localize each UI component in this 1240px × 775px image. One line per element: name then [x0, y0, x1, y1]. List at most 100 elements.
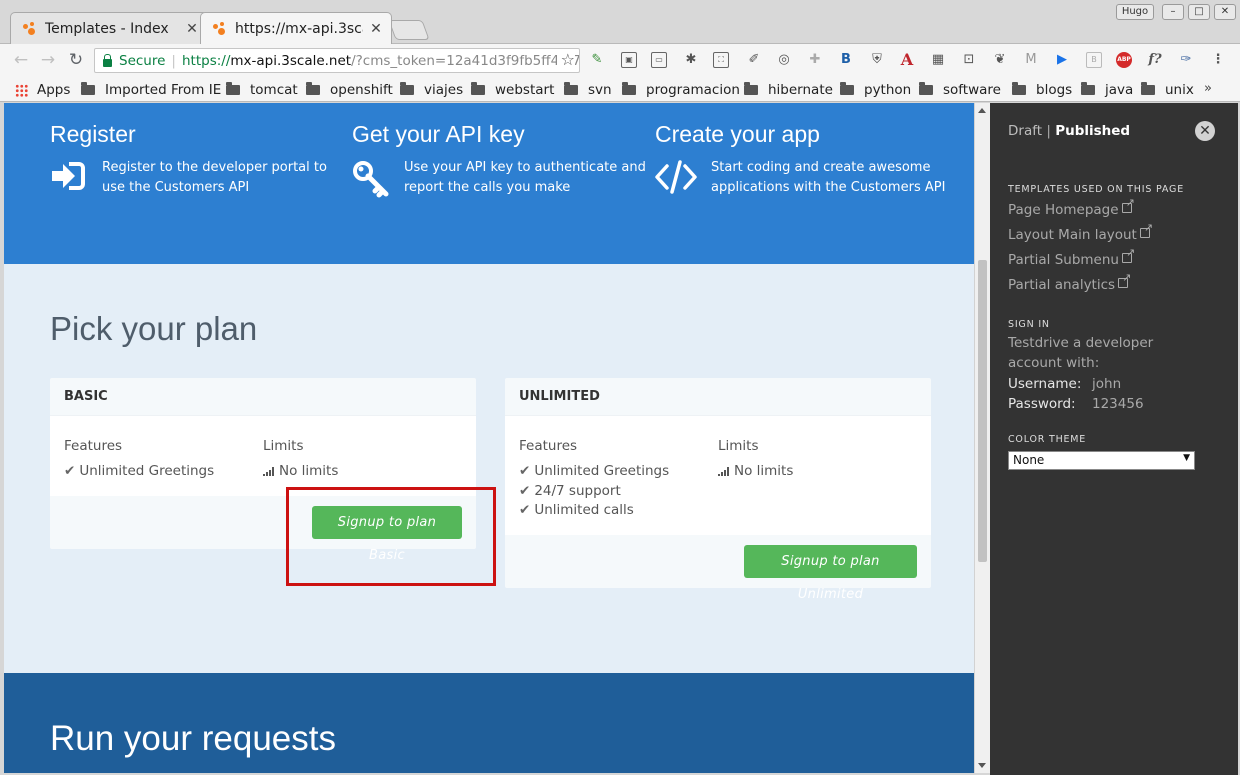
plan-body: Features ✔ Unlimited Greetings ✔ 24/7 supp…: [505, 416, 931, 535]
extension-cast-icon[interactable]: ⊡: [961, 52, 977, 68]
draft-link[interactable]: Draft: [1008, 123, 1042, 139]
check-icon: ✔: [519, 502, 531, 518]
code-icon: [655, 160, 697, 198]
bookmark-folder[interactable]: hibernate: [744, 81, 833, 99]
folder-icon: [81, 82, 95, 95]
plans-section: Pick your plan BASIC Features ✔ Unlimited…: [4, 264, 974, 673]
password-value: 123456: [1092, 396, 1144, 412]
tab-portal[interactable]: https://mx-api.3scale.net/?cms_token=12a…: [200, 12, 392, 44]
signup-unlimited-button[interactable]: Signup to plan Unlimited: [744, 544, 917, 602]
bookmarks-overflow-chevron-icon[interactable]: »: [1204, 81, 1212, 96]
step-text: Use your API key to authenticate and rep…: [404, 160, 646, 195]
step-text: Start coding and create awesome applicat…: [711, 160, 946, 195]
signal-bars-icon: [718, 466, 730, 476]
step-text: Register to the developer portal to use …: [102, 160, 327, 195]
extension-shield-icon[interactable]: ⛨: [869, 52, 885, 68]
page-viewport: Register Register to the developer porta…: [4, 103, 974, 773]
plans-heading: Pick your plan: [50, 310, 258, 347]
address-bar[interactable]: Secure | https:// mx-api.3scale.net /?cm…: [94, 48, 580, 73]
scroll-up-icon[interactable]: [978, 108, 986, 113]
tab-close-icon[interactable]: ✕: [369, 21, 383, 37]
tab-title: Templates - Index: [45, 20, 169, 37]
bookmark-folder[interactable]: unix: [1141, 81, 1194, 99]
extension-eyedropper-icon[interactable]: ✐: [746, 52, 762, 68]
bookmark-folder[interactable]: blogs: [1012, 81, 1072, 99]
extension-keyboard-icon[interactable]: ▦: [930, 52, 946, 68]
tab-templates-index[interactable]: Templates - Index ✕: [10, 12, 208, 44]
bookmark-folder[interactable]: svn: [564, 81, 612, 99]
tab-strip: Templates - Index ✕ https://mx-api.3scal…: [0, 0, 1240, 44]
folder-icon: [1141, 82, 1155, 95]
extension-puzzle-icon[interactable]: ✚: [807, 52, 823, 68]
annotation-highlight-box: [286, 487, 496, 586]
secure-label: Secure: [119, 52, 166, 69]
apps-grid-icon: [15, 83, 28, 97]
bookmark-folder[interactable]: viajes: [400, 81, 463, 99]
feature-item: ✔ Unlimited Greetings: [64, 463, 215, 479]
back-icon[interactable]: ←: [11, 50, 31, 70]
extension-evernote-icon[interactable]: ✎: [589, 52, 605, 68]
cms-toolbar-panel: Draft | Published ✕ TEMPLATES USED ON TH…: [990, 103, 1238, 775]
color-theme-select[interactable]: None ▼: [1008, 451, 1195, 470]
extension-formula-icon[interactable]: f?: [1147, 52, 1163, 68]
close-panel-icon[interactable]: ✕: [1195, 121, 1215, 141]
minimize-window-icon[interactable]: –: [1162, 4, 1184, 20]
extension-window-resizer-icon[interactable]: ▭: [651, 52, 667, 68]
tab-close-icon[interactable]: ✕: [185, 21, 199, 37]
extension-timer-icon[interactable]: ◎: [776, 52, 792, 68]
url-path: /?cms_token=12a41d3f9fb5ff4fe79: [351, 52, 580, 69]
extension-pdf-icon[interactable]: A: [899, 52, 915, 68]
folder-icon: [744, 82, 758, 95]
bookmark-folder[interactable]: software: [919, 81, 1001, 99]
limit-item: No limits: [263, 462, 462, 482]
template-link[interactable]: Partial analytics: [1008, 271, 1131, 293]
page-scrollbar[interactable]: [974, 103, 990, 773]
published-link[interactable]: Published: [1055, 123, 1130, 139]
extension-gnome-icon[interactable]: ❦: [992, 52, 1008, 68]
extension-bug-icon[interactable]: ✱: [683, 52, 699, 68]
requests-heading: Run your requests: [50, 719, 336, 758]
bookmark-folder[interactable]: Imported From IE: [81, 81, 221, 99]
scroll-down-icon[interactable]: [978, 763, 986, 768]
external-link-icon: [1118, 271, 1131, 288]
external-link-icon: [1121, 246, 1135, 263]
external-link-icon: [1139, 221, 1153, 238]
extension-video-icon[interactable]: ▶: [1054, 52, 1070, 68]
folder-icon: [840, 82, 854, 95]
reload-icon[interactable]: ↻: [66, 50, 86, 70]
bookmark-folder[interactable]: java: [1081, 81, 1133, 99]
extension-adblock-icon[interactable]: ABP: [1116, 52, 1132, 68]
extension-colorpicker-icon[interactable]: ✑: [1178, 52, 1194, 68]
profile-button[interactable]: Hugo: [1116, 4, 1154, 20]
scrollbar-thumb[interactable]: [978, 260, 987, 562]
limit-item: No limits: [718, 462, 917, 482]
close-window-icon[interactable]: ✕: [1214, 4, 1236, 20]
bookmark-folder[interactable]: webstart: [471, 81, 554, 99]
template-link[interactable]: Layout Main layout: [1008, 221, 1153, 243]
template-link[interactable]: Partial Submenu: [1008, 246, 1135, 268]
folder-icon: [919, 82, 933, 95]
bookmark-folder[interactable]: python: [840, 81, 911, 99]
step-title: Get your API key: [352, 121, 525, 147]
chrome-menu-icon[interactable]: ⋮: [1210, 52, 1226, 68]
bookmark-star-icon[interactable]: ☆: [556, 50, 575, 69]
extension-b-icon[interactable]: B: [1086, 52, 1102, 68]
plan-name: BASIC: [50, 378, 476, 416]
browser-toolbar: ← → ↻ Secure | https:// mx-api.3scale.ne…: [0, 44, 1240, 76]
extension-screenshot-icon[interactable]: ▣: [621, 52, 637, 68]
template-link[interactable]: Page Homepage: [1008, 196, 1135, 218]
maximize-window-icon[interactable]: □: [1188, 4, 1210, 20]
extension-m-icon[interactable]: M: [1023, 52, 1039, 68]
bookmark-folder[interactable]: openshift: [306, 81, 393, 99]
step-title: Create your app: [655, 121, 820, 147]
bookmark-folder[interactable]: programacion: [622, 81, 740, 99]
bookmark-apps[interactable]: Apps: [15, 81, 70, 99]
url-host: mx-api.3scale.net: [230, 52, 352, 69]
extension-fullscreen-icon[interactable]: ⛶: [713, 52, 729, 68]
extension-builtwith-icon[interactable]: B: [838, 52, 854, 68]
username-value: john: [1092, 376, 1122, 392]
forward-icon[interactable]: →: [38, 50, 58, 70]
new-tab-button[interactable]: [388, 20, 430, 40]
bookmark-folder[interactable]: tomcat: [226, 81, 298, 99]
step-register: Register Register to the developer porta…: [50, 121, 350, 197]
